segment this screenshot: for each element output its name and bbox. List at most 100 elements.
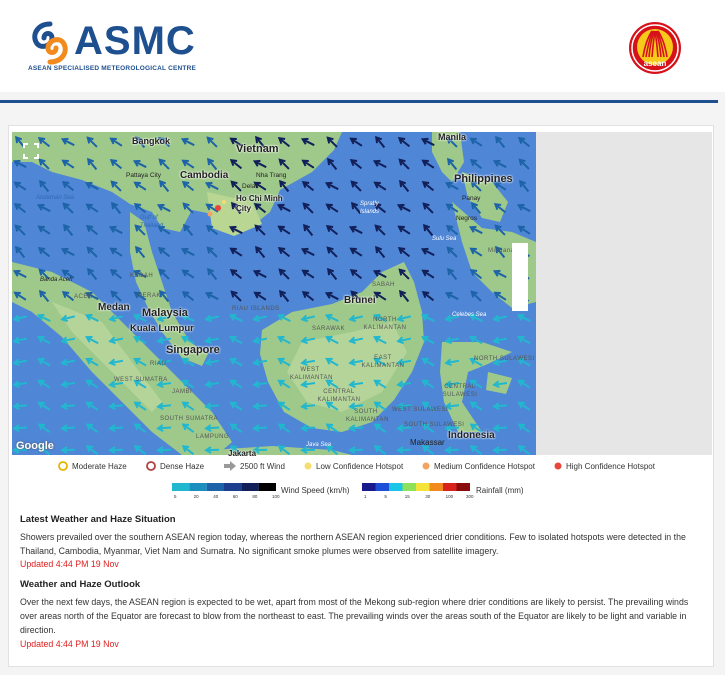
- asean-logo-text: asean: [644, 59, 667, 68]
- legend-medium-hotspot: Medium Confidence Hotspot: [422, 459, 535, 473]
- map-label-west-kalimantan: WEST KALIMANTAN: [290, 367, 333, 381]
- scale-swatch: [224, 483, 242, 491]
- outlook-heading: Weather and Haze Outlook: [20, 579, 141, 590]
- map-label-riau-islands: RIAU ISLANDS: [232, 306, 280, 312]
- map-label-celebes-sea: Celebes Sea: [452, 312, 487, 318]
- map-label-south-kalimantan: SOUTH KALIMANTAN: [346, 409, 389, 423]
- scale-tick-label: 100: [272, 494, 280, 499]
- scale-swatch: [258, 483, 276, 491]
- scale-swatch: [389, 483, 403, 491]
- moderate-haze-ring-icon: [58, 461, 68, 471]
- medium-hotspot-dot-icon: [422, 462, 430, 470]
- scale-swatch: [416, 483, 430, 491]
- fullscreen-icon: [23, 143, 39, 159]
- scale-tick-label: 40: [213, 494, 219, 499]
- asmc-logo-subtitle: ASEAN SPECIALISED METEOROLOGICAL CENTRE: [28, 65, 197, 72]
- map-label-banda-aceh: Banda Aceh: [40, 277, 73, 283]
- scale-swatch: [456, 483, 470, 491]
- scale-swatch: [362, 483, 376, 491]
- map-label-negros: Negros: [456, 215, 477, 222]
- map-label-pattaya: Pattaya City: [126, 172, 162, 179]
- scale-swatch: [375, 483, 389, 491]
- map-label-spratly: Spratly Islands: [360, 201, 380, 215]
- map-label-north-sulawesi: NORTH SULAWESI: [474, 356, 535, 362]
- map-label-central-sulawesi: CENTRAL SULAWESI: [442, 384, 478, 398]
- map-label-panay: Panay: [462, 195, 481, 202]
- hotspot-marker: [215, 205, 221, 211]
- scale-swatch: [402, 483, 416, 491]
- map-label-malaysia: Malaysia: [142, 307, 188, 319]
- scale-tick-label: 100: [446, 494, 454, 499]
- hotspot-marker: [207, 211, 213, 217]
- map-label-indonesia: Indonesia: [448, 430, 495, 441]
- legend-label: Low Confidence Hotspot: [316, 461, 404, 471]
- wind-speed-scale-label: Wind Speed (km/h): [281, 486, 350, 495]
- map-side-panel: [536, 132, 712, 455]
- legend-label: Moderate Haze: [72, 461, 127, 471]
- scale-swatch: [443, 483, 457, 491]
- map-label-east-kalimantan: EAST KALIMANTAN: [361, 355, 405, 369]
- scale-tick-label: 30: [425, 494, 431, 499]
- scale-swatch: [206, 483, 224, 491]
- map-label-riau: RIAU: [150, 361, 167, 367]
- header-divider: [0, 100, 718, 103]
- asean-logo[interactable]: asean: [628, 21, 682, 75]
- map-zoom-control[interactable]: [512, 243, 528, 311]
- legend-label: Dense Haze: [160, 461, 205, 471]
- scale-tick-label: 15: [405, 494, 411, 499]
- fullscreen-button[interactable]: [22, 142, 40, 160]
- map-label-jakarta: Jakarta: [228, 449, 257, 458]
- legend-high-hotspot: High Confidence Hotspot: [554, 459, 655, 473]
- map-label-makassar: Makassar: [410, 438, 445, 447]
- wind-arrow-icon: [224, 461, 236, 471]
- low-hotspot-dot-icon: [304, 462, 312, 470]
- outlook-text: Over the next few days, the ASEAN region…: [20, 597, 689, 635]
- map-label-sulu-sea: Sulu Sea: [432, 236, 457, 242]
- asmc-logo[interactable]: ASMC ASEAN SPECIALISED METEOROLOGICAL CE…: [28, 18, 203, 76]
- map-label-nha-trang: Nha Trang: [256, 172, 287, 179]
- legend-dense-haze: Dense Haze: [146, 459, 204, 473]
- scale-tick-label: 5: [384, 494, 387, 499]
- map-label-north-kalimantan: NORTH KALIMANTAN: [363, 317, 407, 331]
- map-label-bangkok: Bangkok: [132, 136, 171, 146]
- asmc-logo-text: ASMC: [74, 19, 196, 63]
- legend-low-hotspot: Low Confidence Hotspot: [304, 459, 403, 473]
- legend-label: High Confidence Hotspot: [566, 461, 655, 471]
- site-header: ASMC ASEAN SPECIALISED METEOROLOGICAL CE…: [0, 0, 725, 92]
- map-label-central-kalimantan: CENTRAL KALIMANTAN: [317, 389, 361, 403]
- map-label-perak: PERAK: [138, 293, 161, 299]
- map-label-south-sumatra: SOUTH SUMATRA: [160, 416, 219, 422]
- map-label-andaman-sea: Andaman Sea: [36, 195, 75, 201]
- map-label-sarawak: SARAWAK: [312, 326, 346, 332]
- map-label-cambodia: Cambodia: [180, 170, 229, 181]
- map-label-kedah: KEDAH: [130, 273, 154, 279]
- scale-swatch: [189, 483, 207, 491]
- map-label-delat: Delat: [242, 183, 258, 190]
- rainfall-scale: 1 5 15 30 100 300: [362, 483, 474, 499]
- scale-tick-label: 20: [194, 494, 200, 499]
- map-label-singapore: Singapore: [166, 344, 220, 356]
- dense-haze-ring-icon: [146, 461, 156, 471]
- scale-tick-label: 1: [364, 494, 367, 499]
- map-label-philippines: Philippines: [454, 173, 513, 185]
- map-label-manila: Manila: [438, 132, 467, 142]
- hotspot-marker: [222, 200, 226, 204]
- map-label-gulf-thailand: Gulf of Thailand: [140, 215, 164, 229]
- google-attribution: Google: [16, 440, 54, 452]
- scale-tick-label: 60: [233, 494, 239, 499]
- map-label-jambi: JAMBI: [172, 389, 193, 395]
- rainfall-scale-label: Rainfall (mm): [476, 486, 524, 495]
- situation-text: Showers prevailed over the southern ASEA…: [20, 532, 686, 556]
- scale-tick-label: 5: [174, 494, 177, 499]
- map-label-ho-chi-minh: Ho Chi Minh City: [236, 194, 283, 213]
- map-label-sabah: SABAH: [372, 282, 395, 288]
- map-label-lampung: LAMPUNG: [196, 434, 230, 440]
- map-label-aceh: ACEH: [74, 294, 93, 300]
- outlook-updated: Updated 4:44 PM 19 Nov: [20, 639, 119, 649]
- asmc-swirl-icon: [32, 21, 68, 65]
- scale-tick-label: 300: [466, 494, 474, 499]
- scale-swatch: [241, 483, 259, 491]
- map-label-west-sulawesi: WEST SULAWESI: [392, 407, 449, 413]
- situation-heading: Latest Weather and Haze Situation: [20, 514, 176, 525]
- situation-updated: Updated 4:44 PM 19 Nov: [20, 559, 119, 569]
